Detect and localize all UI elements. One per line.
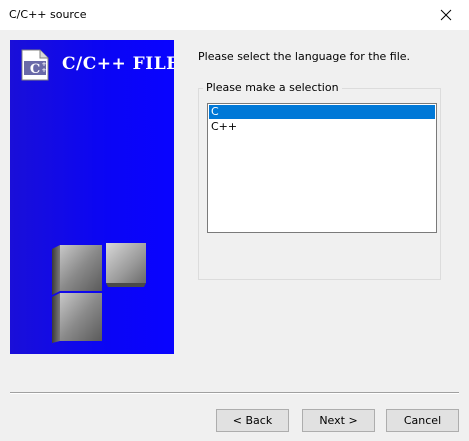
content-area: Please select the language for the file.… — [174, 40, 469, 360]
cubes-graphic — [52, 243, 146, 343]
groupbox-label: Please make a selection — [203, 81, 342, 94]
selection-groupbox: Please make a selection C C++ — [198, 81, 441, 280]
banner-title: C/C++ FILE — [62, 54, 174, 74]
title-bar: C/C++ source — [0, 0, 469, 30]
instruction-text: Please select the language for the file. — [198, 50, 411, 63]
svg-text:+: + — [41, 67, 46, 74]
c-file-icon: C + + — [21, 49, 49, 81]
close-button[interactable] — [423, 0, 469, 30]
language-listbox[interactable]: C C++ — [207, 103, 437, 233]
next-button[interactable]: Next > — [302, 409, 375, 432]
dialog-window: C/C++ source C + + C/C++ FILE Please sel… — [0, 0, 469, 441]
footer-separator — [10, 392, 459, 394]
list-item-cpp[interactable]: C++ — [209, 120, 435, 134]
window-title: C/C++ source — [9, 8, 87, 21]
wizard-banner: C + + C/C++ FILE — [10, 40, 174, 354]
list-item-c[interactable]: C — [209, 105, 435, 119]
back-button[interactable]: < Back — [216, 409, 289, 432]
cancel-button[interactable]: Cancel — [386, 409, 459, 432]
logo-icon-letter: C — [30, 62, 40, 77]
close-icon — [440, 9, 452, 21]
